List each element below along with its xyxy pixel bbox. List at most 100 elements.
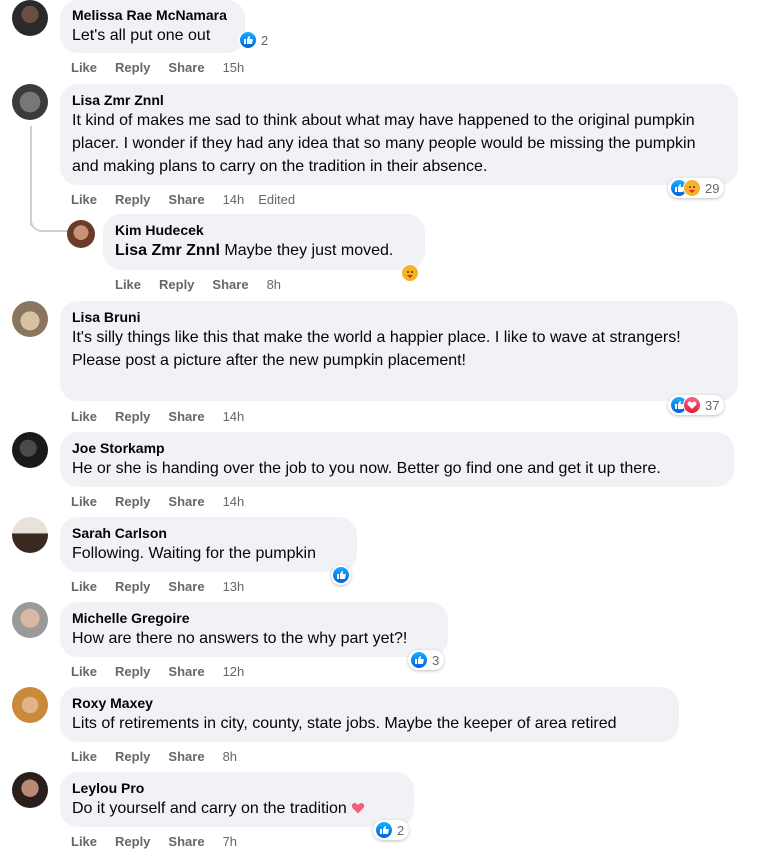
mention-link[interactable]: Lisa Zmr Znnl [115, 242, 220, 259]
share-link[interactable]: Share [168, 749, 204, 765]
reply-link[interactable]: Reply [115, 409, 150, 425]
comment-bubble: Roxy Maxey Lits of retirements in city, … [60, 687, 679, 742]
commenter-name[interactable]: Kim Hudecek [115, 221, 413, 239]
timestamp[interactable]: 7h [223, 834, 237, 850]
timestamp[interactable]: 14h [223, 409, 245, 425]
commenter-name[interactable]: Leylou Pro [72, 779, 402, 797]
like-reaction-icon [332, 566, 350, 584]
reply-link[interactable]: Reply [115, 60, 150, 76]
reaction-summary[interactable]: 29 [668, 178, 725, 198]
like-link[interactable]: Like [71, 834, 97, 850]
like-link[interactable]: Like [71, 664, 97, 680]
like-reaction-icon [375, 821, 393, 839]
like-link[interactable]: Like [71, 409, 97, 425]
timestamp[interactable]: 14h [223, 494, 245, 510]
timestamp[interactable]: 13h [223, 579, 245, 595]
reaction-summary[interactable] [331, 565, 351, 585]
avatar[interactable] [12, 84, 48, 120]
timestamp[interactable]: 8h [223, 749, 237, 765]
like-link[interactable]: Like [71, 494, 97, 510]
comment-bubble: Lisa Bruni It's silly things like this t… [60, 301, 738, 401]
comment-bubble: Lisa Zmr Znnl It kind of makes me sad to… [60, 84, 738, 185]
reaction-summary[interactable]: 2 [237, 30, 273, 50]
share-link[interactable]: Share [168, 192, 204, 208]
like-link[interactable]: Like [71, 192, 97, 208]
commenter-name[interactable]: Melissa Rae McNamara [72, 6, 233, 24]
timestamp[interactable]: 8h [267, 277, 281, 293]
reply-link[interactable]: Reply [115, 192, 150, 208]
comment-actions: Like Reply Share 14h [71, 494, 258, 510]
comment-bubble: Sarah Carlson Following. Waiting for the… [60, 517, 357, 572]
like-link[interactable]: Like [71, 60, 97, 76]
heart-emoji-icon [352, 803, 365, 814]
care-reaction-icon [683, 179, 701, 197]
commenter-name[interactable]: Lisa Bruni [72, 308, 726, 326]
reaction-summary[interactable]: 2 [373, 820, 410, 840]
thread-connector [30, 210, 68, 232]
like-link[interactable]: Like [71, 579, 97, 595]
avatar[interactable] [67, 220, 95, 248]
reply-link[interactable]: Reply [115, 494, 150, 510]
avatar[interactable] [12, 602, 48, 638]
reply-link[interactable]: Reply [115, 749, 150, 765]
share-link[interactable]: Share [168, 579, 204, 595]
comment-actions: Like Reply Share 8h [115, 277, 295, 293]
reaction-count: 3 [432, 652, 440, 668]
like-link[interactable]: Like [71, 749, 97, 765]
avatar[interactable] [12, 0, 48, 36]
avatar[interactable] [12, 301, 48, 337]
reply-link[interactable]: Reply [115, 664, 150, 680]
reaction-summary[interactable]: 37 [668, 395, 725, 415]
share-link[interactable]: Share [168, 494, 204, 510]
comment-text: It kind of makes me sad to think about w… [72, 112, 696, 175]
comment-text-content: Do it yourself and carry on the traditio… [72, 800, 347, 817]
reply-link[interactable]: Reply [115, 834, 150, 850]
share-link[interactable]: Share [168, 60, 204, 76]
commenter-name[interactable]: Joe Storkamp [72, 439, 722, 457]
avatar[interactable] [12, 687, 48, 723]
love-reaction-icon [683, 396, 701, 414]
comment-bubble: Michelle Gregoire How are there no answe… [60, 602, 448, 657]
comment-text: Following. Waiting for the pumpkin [72, 545, 316, 562]
timestamp[interactable]: 12h [223, 664, 245, 680]
commenter-name[interactable]: Sarah Carlson [72, 524, 345, 542]
avatar[interactable] [12, 517, 48, 553]
comment-text: How are there no answers to the why part… [72, 630, 408, 647]
comment-text: Do it yourself and carry on the traditio… [72, 797, 402, 820]
share-link[interactable]: Share [168, 664, 204, 680]
edited-label[interactable]: Edited [258, 192, 295, 208]
comment-bubble: Melissa Rae McNamara Let's all put one o… [60, 0, 245, 53]
reaction-summary[interactable]: 3 [408, 650, 445, 670]
timestamp[interactable]: 14h [223, 192, 245, 208]
share-link[interactable]: Share [168, 409, 204, 425]
reaction-count: 2 [397, 822, 405, 838]
reply-link[interactable]: Reply [115, 579, 150, 595]
commenter-name[interactable]: Lisa Zmr Znnl [72, 91, 726, 109]
like-link[interactable]: Like [115, 277, 141, 293]
timestamp[interactable]: 15h [223, 60, 245, 76]
comment-text: It's silly things like this that make th… [72, 329, 681, 369]
share-link[interactable]: Share [212, 277, 248, 293]
commenter-name[interactable]: Roxy Maxey [72, 694, 667, 712]
reply-text: Maybe they just moved. [224, 242, 394, 259]
like-reaction-icon [239, 31, 257, 49]
reaction-count: 2 [261, 32, 269, 48]
comment-bubble: Joe Storkamp He or she is handing over t… [60, 432, 734, 487]
reaction-summary[interactable] [399, 263, 422, 283]
comment-actions: Like Reply Share 8h [71, 749, 251, 765]
avatar[interactable] [12, 432, 48, 468]
comment-actions: Like Reply Share 14h [71, 409, 258, 425]
comment-actions: Like Reply Share 13h [71, 579, 258, 595]
comment-actions: Like Reply Share 15h [71, 60, 258, 76]
comment-actions: Like Reply Share 14h Edited [71, 192, 309, 208]
share-link[interactable]: Share [168, 834, 204, 850]
like-reaction-icon [410, 651, 428, 669]
reaction-count: 37 [705, 397, 720, 413]
commenter-name[interactable]: Michelle Gregoire [72, 609, 436, 627]
comment-actions: Like Reply Share 12h [71, 664, 258, 680]
comment-bubble: Kim Hudecek Lisa Zmr Znnl Maybe they jus… [103, 214, 425, 270]
reply-link[interactable]: Reply [159, 277, 194, 293]
care-reaction-icon [401, 264, 419, 282]
avatar[interactable] [12, 772, 48, 808]
reaction-count: 29 [705, 180, 720, 196]
